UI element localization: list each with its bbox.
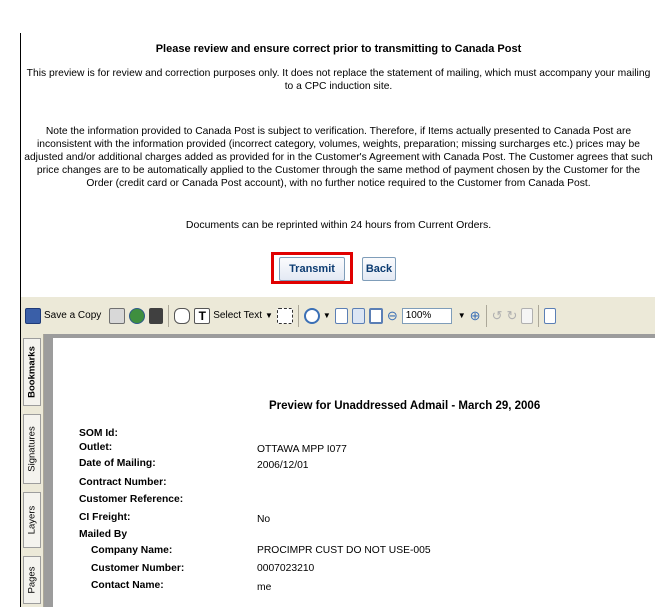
field-label-date-of-mailing: Date of Mailing: xyxy=(79,458,156,469)
field-label-customer-number: Customer Number: xyxy=(91,563,185,574)
single-page-button[interactable] xyxy=(334,304,348,328)
continuous-icon xyxy=(351,307,365,324)
search-button[interactable] xyxy=(149,304,164,328)
toolbar-separator xyxy=(297,304,299,327)
zoom-plus-icon: ⊕ xyxy=(469,307,481,323)
field-label-customer-reference: Customer Reference: xyxy=(79,494,184,505)
field-value-company-name: PROCIMPR CUST DO NOT USE-005 xyxy=(257,545,431,556)
single-page-icon xyxy=(334,307,348,324)
tab-signatures-label: Signatures xyxy=(26,426,38,472)
select-text-button[interactable]: T Select Text ▼ xyxy=(194,304,273,328)
tab-pages[interactable]: Pages xyxy=(23,556,41,604)
field-label-ci-freight: CI Freight: xyxy=(79,512,131,523)
field-label-mailed-by: Mailed By xyxy=(79,529,128,540)
fit-page-icon xyxy=(368,307,383,324)
rotate-cw-icon: ↻ xyxy=(506,307,518,323)
chevron-down-icon: ▼ xyxy=(322,311,331,320)
chevron-down-icon: ▼ xyxy=(265,311,273,320)
field-label-som-id: SOM Id: xyxy=(79,428,118,439)
zoom-level-select[interactable]: 100% ▼ xyxy=(401,304,466,328)
snapshot-icon xyxy=(276,307,293,324)
rotate-ccw-button[interactable]: ↺ xyxy=(492,304,503,328)
pdf-toolbar: Save a Copy T Select Text ▼ ▼ ⊖ 100% ▼ ⊕… xyxy=(21,297,655,335)
tab-bookmarks-label: Bookmarks xyxy=(26,346,38,398)
rotate-cw-button[interactable]: ↻ xyxy=(506,304,517,328)
email-button[interactable] xyxy=(129,304,146,328)
print-icon xyxy=(109,307,126,324)
zoom-out-icon: ⊖ xyxy=(386,307,398,323)
select-text-label: Select Text xyxy=(213,310,262,321)
zoom-out-button[interactable]: ⊖ xyxy=(387,304,398,328)
export-icon xyxy=(544,307,557,324)
tab-pages-label: Pages xyxy=(26,566,38,594)
tab-layers-label: Layers xyxy=(26,505,38,535)
toolbar-separator xyxy=(168,304,170,327)
continuous-button[interactable] xyxy=(351,304,365,328)
back-button[interactable]: Back xyxy=(362,257,396,281)
print-button[interactable] xyxy=(109,304,126,328)
toolbar-separator xyxy=(538,304,540,327)
search-icon xyxy=(149,307,164,324)
review-heading: Please review and ensure correct prior t… xyxy=(155,43,522,55)
zoom-in-icon xyxy=(303,307,320,324)
tab-bookmarks[interactable]: Bookmarks xyxy=(23,338,41,406)
tab-layers[interactable]: Layers xyxy=(23,492,41,548)
fit-page-button[interactable] xyxy=(368,304,383,328)
field-label-contact-name: Contact Name: xyxy=(91,580,164,591)
zoom-tool-button[interactable]: ▼ xyxy=(303,304,331,328)
field-value-outlet: OTTAWA MPP I077 xyxy=(257,444,347,455)
field-value-customer-number: 0007023210 xyxy=(257,563,315,574)
field-value-ci-freight: No xyxy=(257,514,271,525)
chevron-down-icon: ▼ xyxy=(457,311,466,320)
save-copy-label: Save a Copy xyxy=(44,310,102,321)
field-value-date-of-mailing: 2006/12/01 xyxy=(257,460,309,471)
snapshot-button[interactable] xyxy=(276,304,293,328)
tab-signatures[interactable]: Signatures xyxy=(23,414,41,484)
verification-note: Note the information provided to Canada … xyxy=(24,126,653,189)
email-icon xyxy=(129,307,146,324)
rotate-ccw-icon: ↺ xyxy=(491,307,503,323)
hand-icon xyxy=(174,307,191,324)
field-label-company-name: Company Name: xyxy=(91,545,173,556)
field-value-contact-name: me xyxy=(257,582,272,593)
document-button[interactable] xyxy=(521,304,534,328)
document-icon xyxy=(521,307,534,324)
toolbar-separator xyxy=(485,304,487,327)
reprint-note: Documents can be reprinted within 24 hou… xyxy=(185,219,492,231)
select-text-icon: T xyxy=(194,307,211,324)
navigation-sidebar: Bookmarks Signatures Layers Pages xyxy=(21,334,44,607)
document-title: Preview for Unaddressed Admail - March 2… xyxy=(269,400,541,412)
zoom-level-field[interactable]: 100% xyxy=(401,307,452,324)
hand-tool-button[interactable] xyxy=(174,304,191,328)
transmit-button[interactable]: Transmit xyxy=(279,257,345,281)
zoom-in-button[interactable]: ⊕ xyxy=(470,304,481,328)
save-copy-button[interactable]: Save a Copy xyxy=(25,304,101,328)
field-label-outlet: Outlet: xyxy=(79,442,113,453)
export-button[interactable] xyxy=(544,304,557,328)
save-icon xyxy=(25,307,41,324)
preview-note: This preview is for review and correctio… xyxy=(26,68,651,92)
field-label-contract-number: Contract Number: xyxy=(79,477,167,488)
